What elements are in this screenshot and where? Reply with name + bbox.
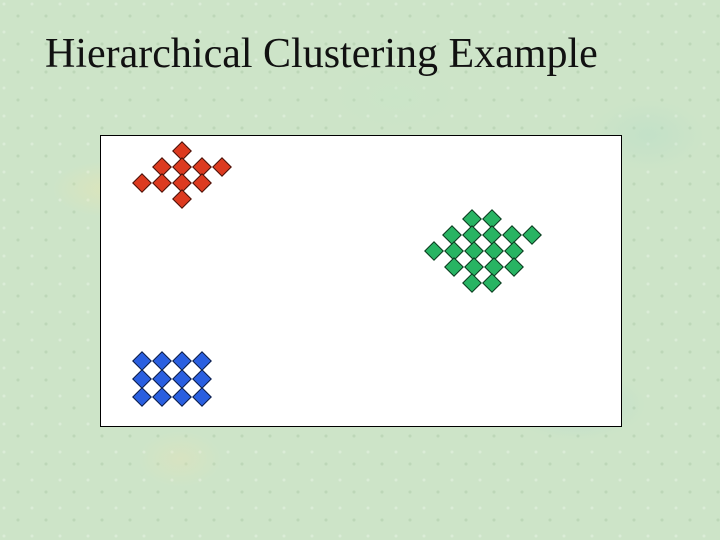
cluster-blue-point (132, 369, 152, 389)
cluster-green-point (482, 273, 502, 293)
cluster-red-point (212, 157, 232, 177)
cluster-red-point (172, 189, 192, 209)
cluster-blue-point (172, 351, 192, 371)
cluster-blue-point (172, 387, 192, 407)
cluster-plot-box (100, 135, 622, 427)
cluster-green-point (522, 225, 542, 245)
cluster-red-point (152, 173, 172, 193)
cluster-green-point (464, 257, 484, 277)
cluster-blue-point (192, 351, 212, 371)
cluster-blue-point (172, 369, 192, 389)
cluster-red-point (192, 173, 212, 193)
cluster-blue-point (152, 369, 172, 389)
slide-title: Hierarchical Clustering Example (45, 30, 598, 78)
cluster-red-point (132, 173, 152, 193)
cluster-blue-point (132, 351, 152, 371)
cluster-green-point (462, 273, 482, 293)
cluster-blue-point (192, 387, 212, 407)
cluster-green-point (504, 257, 524, 277)
cluster-blue-point (192, 369, 212, 389)
cluster-blue-point (152, 351, 172, 371)
cluster-green-point (424, 241, 444, 261)
cluster-blue-point (152, 387, 172, 407)
cluster-green-point (444, 257, 464, 277)
cluster-blue-point (132, 387, 152, 407)
cluster-green-point (484, 257, 504, 277)
